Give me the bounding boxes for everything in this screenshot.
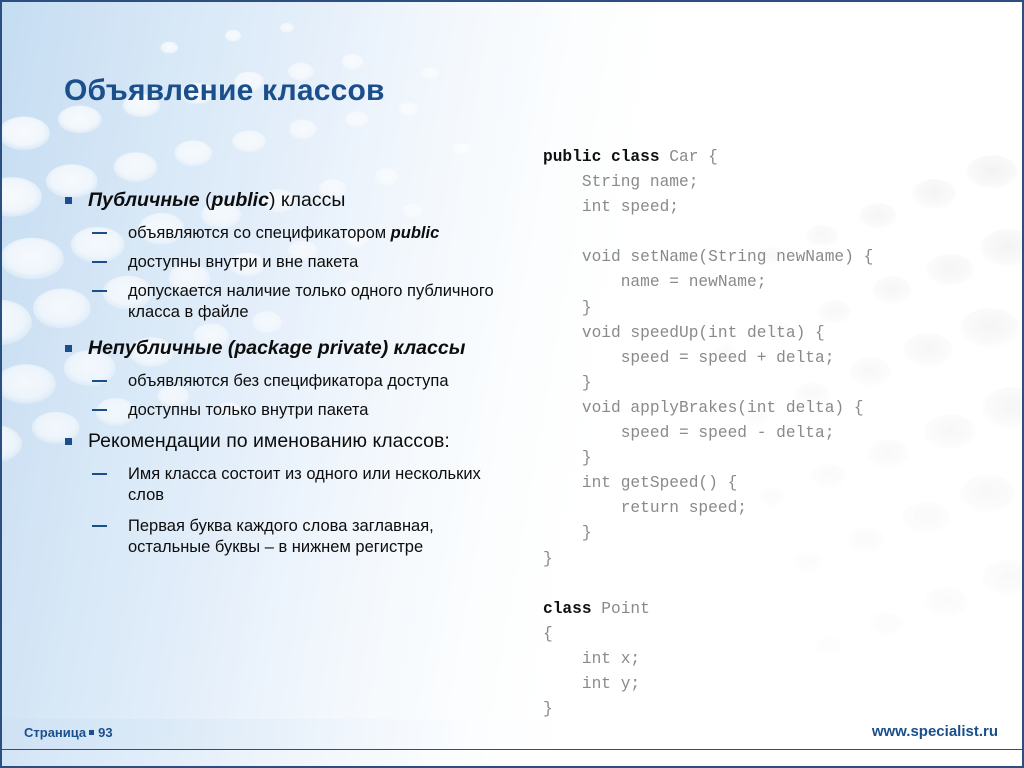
list-item: Имя класса состоит из одного или несколь… <box>60 464 510 506</box>
code-line: } <box>543 296 873 321</box>
code-keyword: class <box>543 599 592 618</box>
code-line: int getSpeed() { <box>543 471 873 496</box>
list-item-label: public <box>390 224 440 242</box>
code-line: void applyBrakes(int delta) { <box>543 396 873 421</box>
list-item: Непубличные (package private) классы <box>60 336 510 361</box>
list-item: Публичные (public) классы <box>60 188 510 213</box>
code-text: } <box>543 700 553 719</box>
code-text: } <box>543 298 592 317</box>
code-line: speed = speed + delta; <box>543 346 873 371</box>
code-line: } <box>543 371 873 396</box>
code-line: class Point <box>543 597 873 622</box>
dash-bullet-icon <box>92 261 107 263</box>
list-item: допускается наличие только одного публич… <box>60 281 510 323</box>
list-item-label: ) классы <box>268 189 346 211</box>
list-item-label: доступны только внутри пакета <box>128 401 369 419</box>
code-text: void applyBrakes(int delta) { <box>543 398 864 417</box>
list-item-label: Имя класса состоит из одного или несколь… <box>128 465 481 504</box>
footer-page-indicator: Страница 93 <box>24 725 113 740</box>
footer-page-label: Страница <box>24 725 87 740</box>
list-item-label: Непубличные (package private) классы <box>88 337 466 359</box>
code-text: { <box>543 624 553 643</box>
list-item: объявляются со спецификатором public <box>60 223 510 244</box>
code-line: } <box>543 521 873 546</box>
dash-bullet-icon <box>92 380 107 382</box>
dash-bullet-icon <box>92 525 107 527</box>
slide-footer: Страница 93 www.specialist.ru <box>2 719 1022 750</box>
code-line <box>543 220 873 245</box>
code-line: name = newName; <box>543 270 873 295</box>
code-text: Point <box>591 599 650 618</box>
code-text: int speed; <box>543 198 679 217</box>
list-item-label: объявляются без спецификатора доступа <box>128 372 449 390</box>
dash-bullet-icon <box>92 232 107 234</box>
square-bullet-icon <box>65 345 72 352</box>
code-line: String name; <box>543 170 873 195</box>
code-text: return speed; <box>543 499 747 518</box>
code-text: name = newName; <box>543 273 767 292</box>
code-line: } <box>543 446 873 471</box>
code-text: speed = speed + delta; <box>543 348 835 367</box>
footer-page-number: 93 <box>98 725 113 740</box>
slide-canvas: Объявление классов Публичные (public) кл… <box>0 0 1024 768</box>
code-block: public class Car { String name; int spee… <box>543 145 873 722</box>
code-line: int x; <box>543 647 873 672</box>
list-item: объявляются без спецификатора доступа <box>60 371 510 392</box>
code-line: } <box>543 547 873 572</box>
code-text: Car { <box>659 148 718 166</box>
list-item-label: доступны внутри и вне пакета <box>128 253 359 271</box>
code-text: void setName(String newName) { <box>543 248 874 267</box>
code-line: void speedUp(int delta) { <box>543 321 873 346</box>
list-item-label: Рекомендации по именованию классов: <box>88 430 450 452</box>
list-item: Первая буква каждого слова заглавная, ос… <box>60 516 510 558</box>
list-item: доступны только внутри пакета <box>60 400 510 421</box>
code-text: } <box>543 549 553 568</box>
code-text: int getSpeed() { <box>543 474 738 493</box>
square-bullet-icon <box>65 197 72 204</box>
code-line: int y; <box>543 672 873 697</box>
list-item-label: Первая буква каждого слова заглавная, ос… <box>128 517 434 556</box>
code-text: } <box>543 524 592 543</box>
page-title: Объявление классов <box>64 74 385 107</box>
list-item-label: допускается наличие только одного публич… <box>128 282 494 321</box>
list-item-label: public <box>211 189 269 211</box>
code-line: return speed; <box>543 496 873 521</box>
code-text: } <box>543 373 592 392</box>
list-item: доступны внутри и вне пакета <box>60 252 510 273</box>
code-text: int y; <box>543 674 641 693</box>
list-item-label: Публичные <box>88 189 206 211</box>
code-line: public class Car { <box>543 145 873 170</box>
dash-bullet-icon <box>92 473 107 475</box>
code-text: String name; <box>543 173 699 192</box>
code-line: void setName(String newName) { <box>543 245 873 270</box>
code-keyword: public class <box>543 148 660 166</box>
code-line <box>543 572 873 597</box>
code-line: speed = speed - delta; <box>543 421 873 446</box>
dash-bullet-icon <box>92 409 107 411</box>
dash-bullet-icon <box>92 290 107 292</box>
code-text: } <box>543 449 592 468</box>
code-text: speed = speed - delta; <box>543 424 835 443</box>
code-text: void speedUp(int delta) { <box>543 323 825 342</box>
square-bullet-icon <box>65 438 72 445</box>
code-line: int speed; <box>543 195 873 220</box>
bullet-list: Публичные (public) классы объявляются со… <box>60 188 510 566</box>
small-square-icon <box>89 730 95 736</box>
footer-website-link[interactable]: www.specialist.ru <box>872 723 998 740</box>
list-item: Рекомендации по именованию классов: <box>60 429 510 454</box>
code-text: int x; <box>543 649 641 668</box>
list-item-label: объявляются со спецификатором <box>128 224 391 242</box>
code-line: { <box>543 622 873 647</box>
